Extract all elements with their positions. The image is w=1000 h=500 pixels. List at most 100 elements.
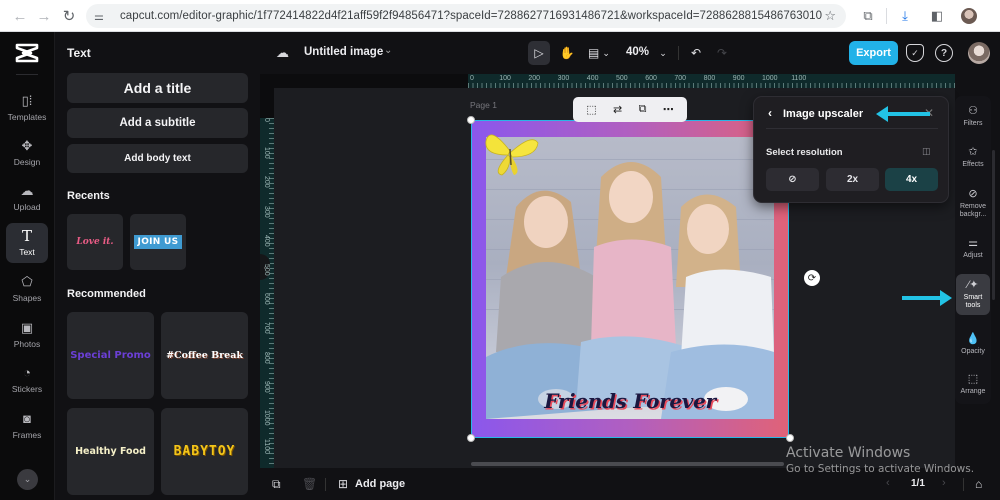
export-button[interactable]: Export — [849, 41, 898, 65]
rail-item-text[interactable]: T Text — [6, 223, 48, 263]
trash-icon[interactable]: 🗑 — [302, 477, 317, 491]
select-resolution-label: Select resolution — [766, 147, 843, 158]
add-page-button[interactable]: Add page — [355, 478, 405, 490]
ruler-tick-label: 1000 — [263, 410, 270, 426]
redo-icon: ↷ — [716, 46, 728, 60]
panel-divider — [766, 128, 938, 129]
add-subtitle-button[interactable]: Add a subtitle — [67, 108, 248, 138]
ruler-tick-label: 500 — [616, 75, 628, 82]
ruler-tick-label: 800 — [703, 75, 716, 82]
tool-adjust[interactable]: ⚌ Adjust — [956, 237, 990, 260]
rotate-handle[interactable]: ⟳ — [804, 270, 820, 286]
rail-item-frames[interactable]: ◙ Frames — [6, 406, 48, 446]
upload-cloud-icon: ☁ — [20, 183, 34, 198]
document-title[interactable]: Untitled image — [304, 46, 383, 58]
add-page-icon[interactable]: ⊞ — [338, 477, 348, 491]
tool-rail-scrollbar[interactable] — [992, 150, 995, 300]
tool-remove-background[interactable]: ⊘ Remove backgr... — [956, 188, 990, 219]
download-icon[interactable]: ⤓ — [889, 4, 921, 28]
horizontal-scrollbar[interactable] — [471, 462, 784, 466]
extensions-icon[interactable]: ⧉ — [852, 4, 884, 28]
prev-page-icon[interactable]: ‹ — [886, 477, 890, 489]
recent-text-style[interactable]: Love it. — [67, 214, 123, 270]
adjust-icon: ⚌ — [968, 237, 978, 249]
canvas-photo[interactable]: Friends Forever — [486, 137, 774, 419]
stickers-icon: ◔ — [23, 365, 31, 380]
rail-item-shapes[interactable]: ⬠ Shapes — [6, 269, 48, 309]
resolution-4x-button[interactable]: 4x — [885, 168, 938, 191]
add-body-text-button[interactable]: Add body text — [67, 144, 248, 173]
next-page-icon[interactable]: › — [942, 477, 946, 489]
ruler-tick-label: 200 — [263, 176, 270, 189]
add-title-button[interactable]: Add a title — [67, 73, 248, 103]
crop-select-icon[interactable]: ⬚ — [586, 103, 596, 116]
tool-arrange[interactable]: ⬚ Arrange — [956, 373, 990, 396]
shapes-icon: ⬠ — [21, 274, 33, 289]
duplicate-icon[interactable]: ⧉ — [639, 103, 647, 116]
bookmark-star-icon[interactable]: ☆ — [824, 8, 836, 24]
back-chevron-icon[interactable]: ‹ — [768, 106, 772, 120]
recommended-text-style[interactable]: BABYTOY — [161, 408, 248, 495]
tool-smart-tools[interactable]: ⁄✦ Smart tools — [956, 274, 990, 315]
side-panel-icon[interactable]: ◧ — [921, 4, 953, 28]
rail-item-photos[interactable]: ▣ Photos — [6, 315, 48, 355]
resize-handle[interactable] — [467, 116, 475, 124]
layout-button[interactable]: ▤ ⌄ — [584, 41, 614, 65]
user-avatar[interactable] — [968, 42, 990, 64]
compare-icon[interactable]: ◫ — [922, 146, 931, 157]
shield-check-icon[interactable]: ✓ — [906, 44, 924, 62]
recent-text-style[interactable]: JOIN US — [130, 214, 186, 270]
redo-button[interactable]: ↷ — [712, 41, 732, 65]
cloud-save-icon[interactable]: ☁ — [276, 45, 289, 61]
zoom-dropdown[interactable]: ⌄ — [656, 41, 670, 65]
recommended-text-style[interactable]: Healthy Food — [67, 408, 154, 495]
site-settings-icon[interactable]: ⚌ — [94, 10, 110, 23]
resize-handle[interactable] — [786, 434, 794, 442]
ruler-tick-label: 600 — [263, 293, 270, 305]
rail-item-templates[interactable]: ▯⁞ Templates — [6, 88, 48, 128]
more-icon[interactable]: ⋯ — [663, 103, 674, 116]
reload-icon[interactable]: ↻ — [55, 2, 83, 30]
ruler-tick-label: 200 — [528, 75, 541, 82]
ruler-tick-label: 1000 — [762, 75, 778, 82]
resolution-2x-button[interactable]: 2x — [826, 168, 879, 191]
chevron-down-icon[interactable]: ⌄ — [384, 45, 392, 56]
tool-opacity[interactable]: 💧 Opacity — [956, 333, 990, 356]
replace-icon[interactable]: ⇄ — [613, 103, 622, 116]
rail-more-button[interactable]: ⌄ — [17, 469, 38, 490]
page-manager-icon[interactable]: ⧉ — [272, 477, 281, 492]
rail-item-upload[interactable]: ☁ Upload — [6, 178, 48, 218]
select-tool-button[interactable]: ▷ — [528, 41, 550, 65]
artboard[interactable]: Friends Forever — [471, 120, 789, 438]
hand-icon: ✋ — [559, 46, 575, 60]
resolution-none-button[interactable]: ⊘ — [766, 168, 819, 191]
rail-item-stickers[interactable]: ◔ Stickers — [6, 360, 48, 400]
url-text[interactable]: capcut.com/editor-graphic/1f772414822d4f… — [120, 10, 822, 22]
ruler-tick-label: 0 — [263, 118, 270, 122]
recommended-text-style[interactable]: #Coffee Break — [161, 312, 248, 399]
artwork-title-text[interactable]: Friends Forever — [486, 389, 774, 413]
ruler-tick-label: 600 — [645, 75, 657, 82]
design-icon: ✥ — [21, 138, 33, 153]
butterfly-sticker[interactable] — [480, 125, 540, 177]
expand-icon[interactable]: ⌂ — [975, 477, 982, 491]
opacity-icon: 💧 — [966, 333, 980, 345]
menu-kebab-icon[interactable]: ⋮ — [985, 4, 1000, 28]
windows-activation-watermark: Activate Windows Go to Settings to activ… — [786, 445, 975, 475]
profile-avatar[interactable] — [953, 4, 985, 28]
photos-icon: ▣ — [20, 320, 34, 335]
resize-handle[interactable] — [467, 434, 475, 442]
rail-item-design[interactable]: ✥ Design — [6, 133, 48, 173]
hand-tool-button[interactable]: ✋ — [556, 41, 578, 65]
tool-effects[interactable]: ✩ Effects — [956, 146, 990, 169]
capcut-logo[interactable] — [13, 42, 41, 64]
help-icon[interactable]: ? — [935, 44, 953, 62]
undo-button[interactable]: ↶ — [686, 41, 706, 65]
ruler-tick-label: 100 — [499, 75, 511, 82]
tool-filters[interactable]: ⚇ Filters — [956, 105, 990, 128]
forward-icon[interactable]: → — [30, 2, 58, 30]
recommended-text-style[interactable]: Special Promo — [67, 312, 154, 399]
address-bar[interactable]: ⚌ capcut.com/editor-graphic/1f772414822d… — [86, 4, 846, 28]
zoom-level[interactable]: 40% — [626, 46, 649, 58]
ruler-tick-label: 1100 — [263, 439, 270, 455]
